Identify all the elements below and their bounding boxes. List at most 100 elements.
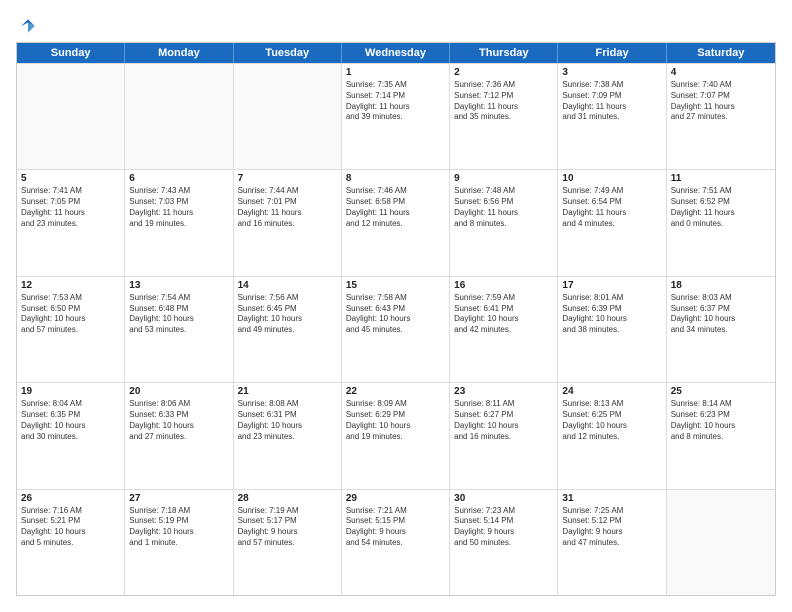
calendar-cell [234, 64, 342, 169]
calendar-cell: 30 Sunrise: 7:23 AM Sunset: 5:14 PM Dayli… [450, 490, 558, 595]
cell-daylight-info: Sunrise: 7:56 AM Sunset: 6:45 PM Dayligh… [238, 293, 337, 336]
header [16, 16, 776, 32]
weekday-header-saturday: Saturday [667, 43, 775, 63]
calendar-cell: 5Sunrise: 7:41 AM Sunset: 7:05 PM Daylig… [17, 170, 125, 275]
cell-day-number: 21 [238, 386, 337, 397]
calendar-cell: 22Sunrise: 8:09 AM Sunset: 6:29 PM Dayli… [342, 383, 450, 488]
calendar-cell: 31 Sunrise: 7:25 AM Sunset: 5:12 PM Dayli… [558, 490, 666, 595]
cell-day-number: 2 [454, 67, 553, 78]
cell-day-number: 8 [346, 173, 445, 184]
cell-day-number: 6 [129, 173, 228, 184]
calendar-cell: 24 Sunrise: 8:13 AM Sunset: 6:25 PM Dayli… [558, 383, 666, 488]
calendar-row-3: 19 Sunrise: 8:04 AM Sunset: 6:35 PM Dayli… [17, 382, 775, 488]
cell-daylight-info: Sunrise: 7:46 AM Sunset: 6:58 PM Dayligh… [346, 186, 445, 229]
cell-daylight-info: Sunrise: 7:48 AM Sunset: 6:56 PM Dayligh… [454, 186, 553, 229]
calendar-cell: 2 Sunrise: 7:36 AM Sunset: 7:12 PM Daylig… [450, 64, 558, 169]
calendar-cell: 29Sunrise: 7:21 AM Sunset: 5:15 PM Dayli… [342, 490, 450, 595]
weekday-header-tuesday: Tuesday [234, 43, 342, 63]
cell-daylight-info: Sunrise: 7:59 AM Sunset: 6:41 PM Dayligh… [454, 293, 553, 336]
cell-day-number: 17 [562, 280, 661, 291]
cell-daylight-info: Sunrise: 7:25 AM Sunset: 5:12 PM Dayligh… [562, 506, 661, 549]
cell-day-number: 7 [238, 173, 337, 184]
cell-daylight-info: Sunrise: 7:44 AM Sunset: 7:01 PM Dayligh… [238, 186, 337, 229]
cell-daylight-info: Sunrise: 8:14 AM Sunset: 6:23 PM Dayligh… [671, 399, 771, 442]
cell-daylight-info: Sunrise: 8:01 AM Sunset: 6:39 PM Dayligh… [562, 293, 661, 336]
logo [16, 16, 38, 32]
calendar-cell: 14Sunrise: 7:56 AM Sunset: 6:45 PM Dayli… [234, 277, 342, 382]
calendar-cell: 4Sunrise: 7:40 AM Sunset: 7:07 PM Daylig… [667, 64, 775, 169]
calendar-cell: 8 Sunrise: 7:46 AM Sunset: 6:58 PM Daylig… [342, 170, 450, 275]
cell-day-number: 13 [129, 280, 228, 291]
calendar-cell: 25 Sunrise: 8:14 AM Sunset: 6:23 PM Dayli… [667, 383, 775, 488]
cell-day-number: 26 [21, 493, 120, 504]
calendar-cell: 26 Sunrise: 7:16 AM Sunset: 5:21 PM Dayli… [17, 490, 125, 595]
cell-day-number: 12 [21, 280, 120, 291]
weekday-header-friday: Friday [558, 43, 666, 63]
cell-day-number: 30 [454, 493, 553, 504]
weekday-header-sunday: Sunday [17, 43, 125, 63]
cell-day-number: 28 [238, 493, 337, 504]
cell-daylight-info: Sunrise: 7:58 AM Sunset: 6:43 PM Dayligh… [346, 293, 445, 336]
page: SundayMondayTuesdayWednesdayThursdayFrid… [0, 0, 792, 612]
calendar-header: SundayMondayTuesdayWednesdayThursdayFrid… [17, 43, 775, 63]
calendar-cell: 15 Sunrise: 7:58 AM Sunset: 6:43 PM Dayli… [342, 277, 450, 382]
cell-daylight-info: Sunrise: 7:41 AM Sunset: 7:05 PM Dayligh… [21, 186, 120, 229]
cell-daylight-info: Sunrise: 7:36 AM Sunset: 7:12 PM Dayligh… [454, 80, 553, 123]
cell-day-number: 31 [562, 493, 661, 504]
cell-daylight-info: Sunrise: 8:08 AM Sunset: 6:31 PM Dayligh… [238, 399, 337, 442]
cell-daylight-info: Sunrise: 7:51 AM Sunset: 6:52 PM Dayligh… [671, 186, 771, 229]
cell-day-number: 23 [454, 386, 553, 397]
cell-daylight-info: Sunrise: 7:43 AM Sunset: 7:03 PM Dayligh… [129, 186, 228, 229]
cell-day-number: 10 [562, 173, 661, 184]
cell-day-number: 22 [346, 386, 445, 397]
cell-day-number: 18 [671, 280, 771, 291]
calendar-cell: 17 Sunrise: 8:01 AM Sunset: 6:39 PM Dayli… [558, 277, 666, 382]
calendar-cell: 10Sunrise: 7:49 AM Sunset: 6:54 PM Dayli… [558, 170, 666, 275]
calendar-cell: 1 Sunrise: 7:35 AM Sunset: 7:14 PM Daylig… [342, 64, 450, 169]
cell-daylight-info: Sunrise: 8:04 AM Sunset: 6:35 PM Dayligh… [21, 399, 120, 442]
cell-day-number: 11 [671, 173, 771, 184]
calendar-cell: 9Sunrise: 7:48 AM Sunset: 6:56 PM Daylig… [450, 170, 558, 275]
cell-daylight-info: Sunrise: 7:18 AM Sunset: 5:19 PM Dayligh… [129, 506, 228, 549]
cell-daylight-info: Sunrise: 7:54 AM Sunset: 6:48 PM Dayligh… [129, 293, 228, 336]
cell-day-number: 19 [21, 386, 120, 397]
calendar-cell: 27 Sunrise: 7:18 AM Sunset: 5:19 PM Dayli… [125, 490, 233, 595]
calendar-cell: 11 Sunrise: 7:51 AM Sunset: 6:52 PM Dayli… [667, 170, 775, 275]
calendar-cell: 3 Sunrise: 7:38 AM Sunset: 7:09 PM Daylig… [558, 64, 666, 169]
calendar-body: 1 Sunrise: 7:35 AM Sunset: 7:14 PM Daylig… [17, 63, 775, 595]
cell-day-number: 3 [562, 67, 661, 78]
calendar-cell [667, 490, 775, 595]
cell-day-number: 24 [562, 386, 661, 397]
cell-daylight-info: Sunrise: 7:53 AM Sunset: 6:50 PM Dayligh… [21, 293, 120, 336]
calendar-cell: 6 Sunrise: 7:43 AM Sunset: 7:03 PM Daylig… [125, 170, 233, 275]
cell-day-number: 15 [346, 280, 445, 291]
calendar-cell: 20 Sunrise: 8:06 AM Sunset: 6:33 PM Dayli… [125, 383, 233, 488]
cell-daylight-info: Sunrise: 8:03 AM Sunset: 6:37 PM Dayligh… [671, 293, 771, 336]
weekday-header-thursday: Thursday [450, 43, 558, 63]
calendar-row-0: 1 Sunrise: 7:35 AM Sunset: 7:14 PM Daylig… [17, 63, 775, 169]
cell-day-number: 20 [129, 386, 228, 397]
cell-daylight-info: Sunrise: 7:16 AM Sunset: 5:21 PM Dayligh… [21, 506, 120, 549]
calendar: SundayMondayTuesdayWednesdayThursdayFrid… [16, 42, 776, 596]
cell-day-number: 16 [454, 280, 553, 291]
calendar-row-2: 12 Sunrise: 7:53 AM Sunset: 6:50 PM Dayli… [17, 276, 775, 382]
weekday-header-wednesday: Wednesday [342, 43, 450, 63]
calendar-cell: 21 Sunrise: 8:08 AM Sunset: 6:31 PM Dayli… [234, 383, 342, 488]
cell-daylight-info: Sunrise: 7:19 AM Sunset: 5:17 PM Dayligh… [238, 506, 337, 549]
cell-daylight-info: Sunrise: 7:38 AM Sunset: 7:09 PM Dayligh… [562, 80, 661, 123]
cell-daylight-info: Sunrise: 7:35 AM Sunset: 7:14 PM Dayligh… [346, 80, 445, 123]
cell-daylight-info: Sunrise: 7:21 AM Sunset: 5:15 PM Dayligh… [346, 506, 445, 549]
cell-day-number: 25 [671, 386, 771, 397]
calendar-cell: 7 Sunrise: 7:44 AM Sunset: 7:01 PM Daylig… [234, 170, 342, 275]
cell-day-number: 27 [129, 493, 228, 504]
cell-day-number: 1 [346, 67, 445, 78]
cell-daylight-info: Sunrise: 8:13 AM Sunset: 6:25 PM Dayligh… [562, 399, 661, 442]
calendar-cell [17, 64, 125, 169]
cell-daylight-info: Sunrise: 8:06 AM Sunset: 6:33 PM Dayligh… [129, 399, 228, 442]
cell-daylight-info: Sunrise: 8:11 AM Sunset: 6:27 PM Dayligh… [454, 399, 553, 442]
calendar-cell: 23 Sunrise: 8:11 AM Sunset: 6:27 PM Dayli… [450, 383, 558, 488]
calendar-cell: 13 Sunrise: 7:54 AM Sunset: 6:48 PM Dayli… [125, 277, 233, 382]
cell-daylight-info: Sunrise: 7:23 AM Sunset: 5:14 PM Dayligh… [454, 506, 553, 549]
calendar-cell [125, 64, 233, 169]
cell-day-number: 4 [671, 67, 771, 78]
